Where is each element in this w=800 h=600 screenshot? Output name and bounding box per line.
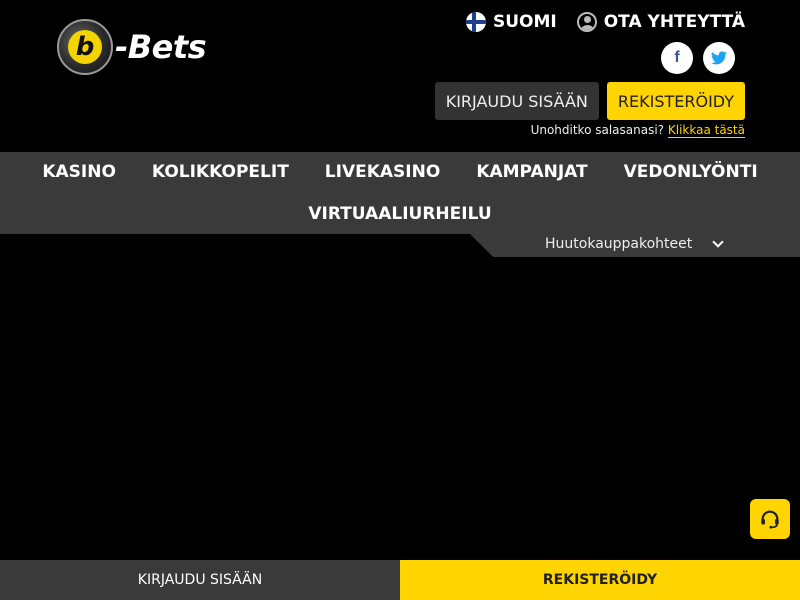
auction-strip: Huutokauppakohteet [470,234,800,257]
logo-letter: b [68,30,102,64]
site-header: b -Bets SUOMI OTA YHTEYTTÄ f KIRJAUDU SI… [0,0,800,152]
logo-text: -Bets [115,28,207,66]
bottom-login-button[interactable]: KIRJAUDU SISÄÄN [0,560,400,600]
chevron-down-icon [712,236,724,248]
contact-label: OTA YHTEYTTÄ [603,12,745,32]
contact-link[interactable]: OTA YHTEYTTÄ [576,12,745,32]
bottom-bar: KIRJAUDU SISÄÄN REKISTERÖIDY [0,560,800,600]
social-links: f [661,42,735,74]
facebook-icon[interactable]: f [661,42,693,74]
auction-dropdown[interactable]: Huutokauppakohteet [545,236,724,252]
logo-badge: b [57,19,113,75]
forgot-password-link[interactable]: Klikkaa tästä [667,123,745,138]
auction-label: Huutokauppakohteet [545,236,693,252]
nav-item-kampanjat[interactable]: KAMPANJAT [458,162,605,182]
headset-icon [761,510,779,529]
main-nav: KASINO KOLIKKOPELIT LIVEKASINO KAMPANJAT… [0,152,800,234]
nav-row: VIRTUAALIURHEILU [0,194,800,234]
bottom-register-button[interactable]: REKISTERÖIDY [400,560,800,600]
register-button[interactable]: REKISTERÖIDY [606,82,745,120]
top-links: SUOMI OTA YHTEYTTÄ [465,12,745,32]
user-icon [576,12,597,32]
language-selector[interactable]: SUOMI [465,12,557,32]
login-button[interactable]: KIRJAUDU SISÄÄN [434,82,599,120]
finland-flag-icon [465,12,486,32]
nav-item-kolikkopelit[interactable]: KOLIKKOPELIT [134,162,307,182]
live-chat-button[interactable] [750,499,790,539]
nav-item-vedonlyonti[interactable]: VEDONLYÖNTI [606,162,776,182]
forgot-password-text: Unohditko salasanasi? [530,123,665,137]
forgot-password: Unohditko salasanasi? Klikkaa tästä [530,123,745,138]
nav-item-livekasino[interactable]: LIVEKASINO [307,162,459,182]
nav-row: KASINO KOLIKKOPELIT LIVEKASINO KAMPANJAT… [0,152,800,192]
nav-item-kasino[interactable]: KASINO [24,162,134,182]
language-label: SUOMI [492,12,557,32]
main-content [0,257,800,560]
twitter-bird-icon [711,51,727,65]
nav-item-virtuaaliurheilu[interactable]: VIRTUAALIURHEILU [290,204,509,224]
twitter-icon[interactable] [703,42,735,74]
auth-buttons: KIRJAUDU SISÄÄN REKISTERÖIDY [434,82,745,120]
site-logo[interactable]: b -Bets [57,16,207,78]
